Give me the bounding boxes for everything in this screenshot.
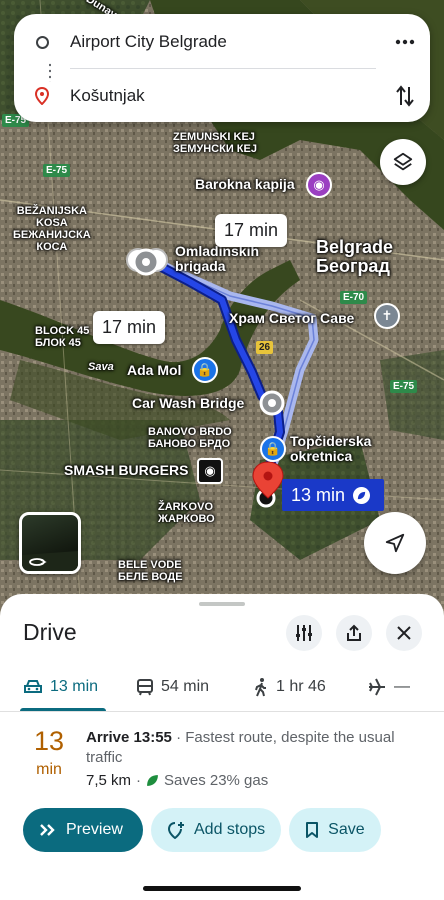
church-poi-icon[interactable]: ✝ [374,303,400,329]
destination-field[interactable]: Košutnjak [14,72,430,120]
origin-field[interactable]: Airport City Belgrade [14,18,430,66]
alt-route-time[interactable]: 17 min [215,214,288,247]
travel-mode-tabs: 13 min 54 min 1 hr 46 — [0,664,444,712]
close-icon [397,626,411,640]
save-button[interactable]: Save [289,808,381,852]
add-stops-button[interactable]: Add stops [151,808,282,852]
preview-label: Preview [66,821,123,838]
layers-button[interactable] [380,139,426,185]
tab-flight[interactable]: — [368,664,410,710]
preview-button[interactable]: Preview [23,808,143,852]
place-label: Barokna kapija [195,176,295,192]
restaurant-logo-icon[interactable]: ◉ [197,458,223,484]
city-label: Belgrade Београд [316,237,394,277]
tune-icon [296,625,312,641]
add-stops-label: Add stops [194,821,266,838]
share-icon [347,624,361,641]
route-distance: 7,5 km [86,772,132,789]
tab-label: 1 hr 46 [276,678,326,695]
alt-route-time[interactable]: 17 min [93,311,166,344]
place-label: SMASH BURGERS [64,462,189,478]
place-label: Omladinskih brigada [175,243,260,275]
route-distance-row: 7,5 km · Saves 23% gas [86,772,268,789]
tab-walk[interactable]: 1 hr 46 [254,664,326,710]
double-chevron-icon [40,824,55,836]
origin-circle-icon [35,35,49,49]
district-label: ŽARKOVO ЖАРКОВО [158,501,215,525]
navigation-arrow-icon [385,533,405,553]
district-label: ZEMUNSKI KEJ ЗЕМУНСКИ КЕЈ [173,131,257,155]
tab-label: — [394,678,410,695]
road-badge: 26 [256,341,274,354]
more-horizontal-icon [395,39,415,45]
river-label: Sava [88,361,114,373]
fuel-savings: Saves 23% gas [164,772,269,789]
flight-icon [369,678,385,696]
route-description: Arrive 13:55 · Fastest route, despite th… [86,728,426,768]
district-label: BANOVO BRDO БАНОВО БРДО [148,426,232,450]
shopping-poi-icon[interactable]: 🔒 [192,357,218,383]
car-icon [24,680,42,693]
more-options-button[interactable] [380,39,430,45]
tab-label: 54 min [161,678,210,695]
shopping-poi-icon[interactable]: 🔒 [260,436,286,462]
tab-drive[interactable]: 13 min [24,664,98,710]
route-time-badge[interactable]: 13 min [282,479,384,511]
district-label: BELE VODE БЕЛЕ ВОДЕ [118,559,183,583]
route-summary[interactable]: 13 min Arrive 13:55 · Fastest route, des… [0,724,444,794]
home-indicator [143,886,301,891]
save-label: Save [328,821,365,838]
destination-pin-icon [35,87,49,105]
tab-label: 13 min [50,678,99,695]
divider [70,68,376,69]
my-location-button[interactable] [364,512,426,574]
route-options-button[interactable] [286,615,322,651]
road-badge: E-75 [390,380,418,393]
arrival-time: Arrive 13:55 [86,729,172,746]
destination-text: Košutnjak [70,86,145,105]
transit-icon [137,678,153,695]
origin-text: Airport City Belgrade [70,32,227,51]
sheet-drag-handle[interactable] [199,602,245,606]
route-time-label: 13 min [291,484,346,505]
tab-transit[interactable]: 54 min [137,664,209,710]
directions-sheet: Drive 13 min 54 min 1 hr 46 — 13 min Arr… [0,594,444,900]
place-label: Храм Светог Саве [229,310,355,326]
close-button[interactable] [386,615,422,651]
share-button[interactable] [336,615,372,651]
active-tab-indicator [20,708,106,711]
place-label: Topčiderska okretnica [290,433,372,465]
place-label: Ada Mol [127,362,182,378]
bookmark-icon [306,822,319,838]
directions-search-card: Airport City Belgrade Košutnjak [14,14,430,122]
road-badge: E-70 [340,291,368,304]
camera-poi-icon[interactable]: ◉ [306,172,332,198]
street-view-icon [22,551,78,571]
eco-leaf-icon [353,486,371,504]
road-badge: E-75 [43,164,71,177]
add-location-icon [167,822,184,839]
place-label: Car Wash Bridge [132,395,245,411]
eco-leaf-icon [147,775,158,786]
street-view-thumbnail[interactable] [19,512,81,574]
walk-icon [255,678,266,697]
district-label: BEŽANIJSKA KOSA БЕЖАНИЈСКА КОСА [13,205,91,253]
route-duration: 13 min [34,726,65,779]
swap-button[interactable] [380,85,430,107]
district-label: BLOCK 45 БЛОК 45 [35,325,90,349]
swap-icon [396,85,414,107]
separator: · [136,772,142,789]
layers-icon [393,152,413,171]
sheet-title: Drive [23,619,77,645]
